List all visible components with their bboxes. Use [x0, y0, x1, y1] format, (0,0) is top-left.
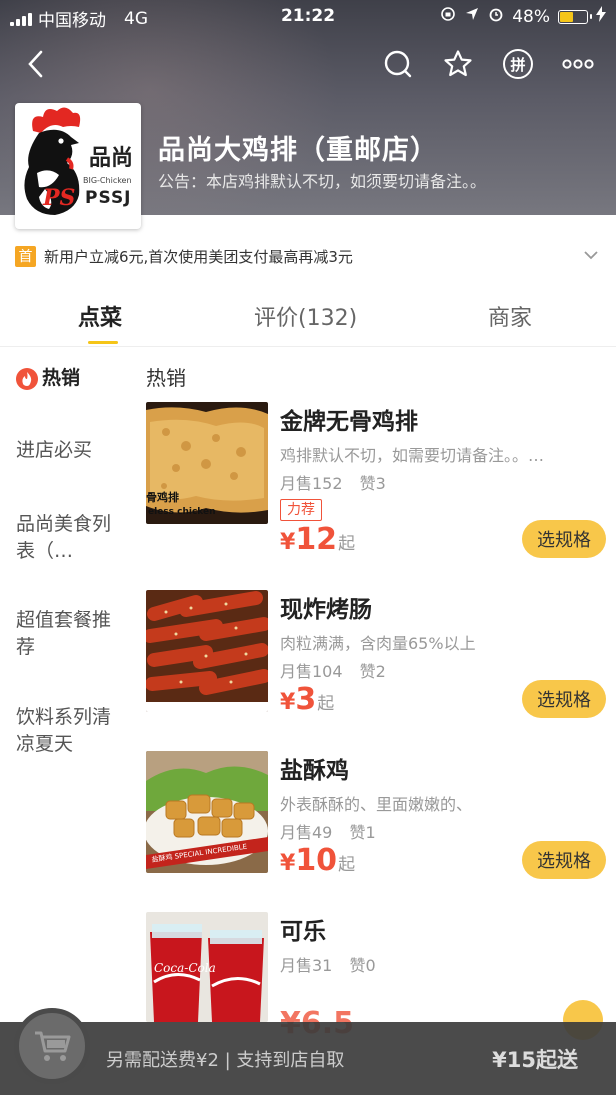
- item-stats: 月售152 赞3: [280, 470, 386, 494]
- sidebar-item-label: 热销: [42, 367, 81, 389]
- thumb-text-en: eless chicken: [148, 507, 216, 517]
- battery-percent: 48%: [512, 6, 550, 27]
- item-desc: 鸡排默认不切，如需要切请备注。。…: [280, 446, 545, 465]
- item-likes: 赞3: [359, 474, 386, 493]
- item-stats: 月售31 赞0: [280, 952, 376, 976]
- item-image: 骨鸡排 eless chicken: [146, 402, 268, 524]
- svg-text:PS: PS: [42, 185, 75, 211]
- tab-bar: 点菜 评价(132) 商家: [0, 290, 616, 347]
- sidebar-item-must-buy[interactable]: 进店必买: [16, 437, 121, 464]
- item-image: 盐酥鸡 SPECIAL INCREDIBLE: [146, 751, 268, 873]
- menu-item[interactable]: 现炸烤肠 肉粒满满，含肉量65%以上 月售104 赞2 ¥3起 选规格: [146, 590, 606, 720]
- item-desc: 肉粒满满，含肉量65%以上: [280, 634, 476, 653]
- logo-text-small: BIG-Chicken: [83, 176, 132, 185]
- price-value: 10: [295, 843, 338, 878]
- item-likes: 赞0: [349, 956, 376, 975]
- currency-symbol: ¥: [280, 690, 296, 715]
- tab-merchant[interactable]: 商家: [488, 300, 532, 332]
- recommend-tag: 力荐: [280, 499, 322, 521]
- item-sales: 月售152: [280, 474, 343, 493]
- active-tab-indicator: [88, 341, 118, 344]
- menu-item[interactable]: 盐酥鸡 SPECIAL INCREDIBLE 盐酥鸡 外表酥酥的、里面嫩嫩的、 …: [146, 751, 606, 881]
- more-icon: [562, 59, 594, 69]
- currency-symbol: ¥: [280, 851, 296, 876]
- group-order-button[interactable]: 拼: [500, 46, 536, 82]
- currency-symbol: ¥: [280, 530, 296, 555]
- star-icon: [444, 50, 472, 77]
- alarm-icon: [488, 6, 504, 27]
- min-order-button[interactable]: ¥15起送: [492, 1044, 578, 1074]
- shop-notice[interactable]: 公告：本店鸡排默认不切，如须要切请备注。。: [158, 168, 486, 192]
- item-sales: 月售104: [280, 662, 343, 681]
- rotation-lock-icon: [440, 6, 456, 27]
- item-sales: 月售49: [280, 823, 333, 842]
- sidebar-item-hot[interactable]: 热销: [16, 365, 121, 392]
- price-suffix: 起: [317, 694, 335, 714]
- price-value: 12: [295, 522, 338, 557]
- item-name: 可乐: [280, 919, 326, 945]
- item-image: Coca-Cola: [146, 912, 268, 1022]
- battery-icon: [558, 9, 592, 24]
- select-spec-button[interactable]: 选规格: [522, 680, 606, 718]
- item-sales: 月售31: [280, 956, 333, 975]
- status-bar: 中国移动 4G 21:22 48%: [0, 0, 616, 32]
- thumb-text: Coca-Cola: [154, 961, 216, 975]
- item-likes: 赞1: [349, 823, 376, 842]
- fire-icon: [16, 367, 38, 390]
- search-icon: [384, 50, 412, 78]
- item-name: 盐酥鸡: [280, 758, 349, 784]
- menu-item[interactable]: 骨鸡排 eless chicken 金牌无骨鸡排 鸡排默认不切，如需要切请备注。…: [146, 402, 606, 562]
- tab-reviews[interactable]: 评价(132): [254, 300, 357, 332]
- select-spec-button[interactable]: 选规格: [522, 520, 606, 558]
- sidebar-item-food-list[interactable]: 品尚美食列表（…: [16, 511, 121, 565]
- section-title: 热销: [146, 366, 186, 390]
- item-likes: 赞2: [359, 662, 386, 681]
- search-button[interactable]: [380, 46, 416, 82]
- select-spec-button[interactable]: 选规格: [522, 841, 606, 879]
- item-price: ¥12起: [280, 522, 355, 557]
- item-image: [146, 590, 268, 712]
- item-price: ¥10起: [280, 843, 355, 878]
- price-suffix: 起: [338, 855, 356, 875]
- cart-bar: 另需配送费¥2 | 支持到店自取 ¥15起送: [0, 1008, 616, 1095]
- item-name: 金牌无骨鸡排: [280, 409, 418, 435]
- category-sidebar: 热销 进店必买 品尚美食列表（… 超值套餐推荐 饮料系列清凉夏天: [0, 347, 128, 1027]
- price-value: 3: [295, 682, 317, 717]
- nav-bar: 拼: [0, 40, 616, 90]
- shop-name: 品尚大鸡排（重邮店）: [158, 135, 438, 166]
- cart-icon: [35, 1031, 71, 1061]
- delivery-info: 另需配送费¥2 | 支持到店自取: [106, 1050, 345, 1071]
- pin-icon: 拼: [503, 49, 533, 79]
- item-price: ¥3起: [280, 682, 334, 717]
- more-button[interactable]: [560, 46, 596, 82]
- promo-banner[interactable]: 首 新用户立减6元,首次使用美团支付最高再减3元: [0, 238, 616, 274]
- favorite-button[interactable]: [440, 46, 476, 82]
- item-stats: 月售49 赞1: [280, 819, 376, 843]
- cart-button[interactable]: [14, 1008, 90, 1084]
- charging-icon: [596, 6, 606, 27]
- thumb-text-cn: 骨鸡排: [146, 490, 179, 504]
- sidebar-item-combos[interactable]: 超值套餐推荐: [16, 607, 121, 661]
- item-stats: 月售104 赞2: [280, 658, 386, 682]
- chevron-down-icon: [584, 251, 598, 260]
- item-desc: 外表酥酥的、里面嫩嫩的、: [280, 795, 473, 814]
- promo-badge: 首: [15, 245, 36, 267]
- tab-menu[interactable]: 点菜: [78, 300, 122, 332]
- item-name: 现炸烤肠: [280, 597, 372, 623]
- shop-logo: PS 品尚 BIG-Chicken PSSJ: [15, 103, 141, 229]
- menu-item[interactable]: Coca-Cola 可乐 月售31 赞0: [146, 912, 606, 1022]
- back-button[interactable]: [18, 46, 54, 82]
- promo-text: 新用户立减6元,首次使用美团支付最高再减3元: [44, 247, 353, 266]
- location-icon: [464, 6, 480, 27]
- logo-text-cn: 品尚: [89, 146, 133, 171]
- chevron-left-icon: [28, 50, 43, 78]
- price-suffix: 起: [338, 534, 356, 554]
- sidebar-item-drinks[interactable]: 饮料系列清凉夏天: [16, 704, 121, 758]
- logo-text-en: PSSJ: [85, 188, 132, 208]
